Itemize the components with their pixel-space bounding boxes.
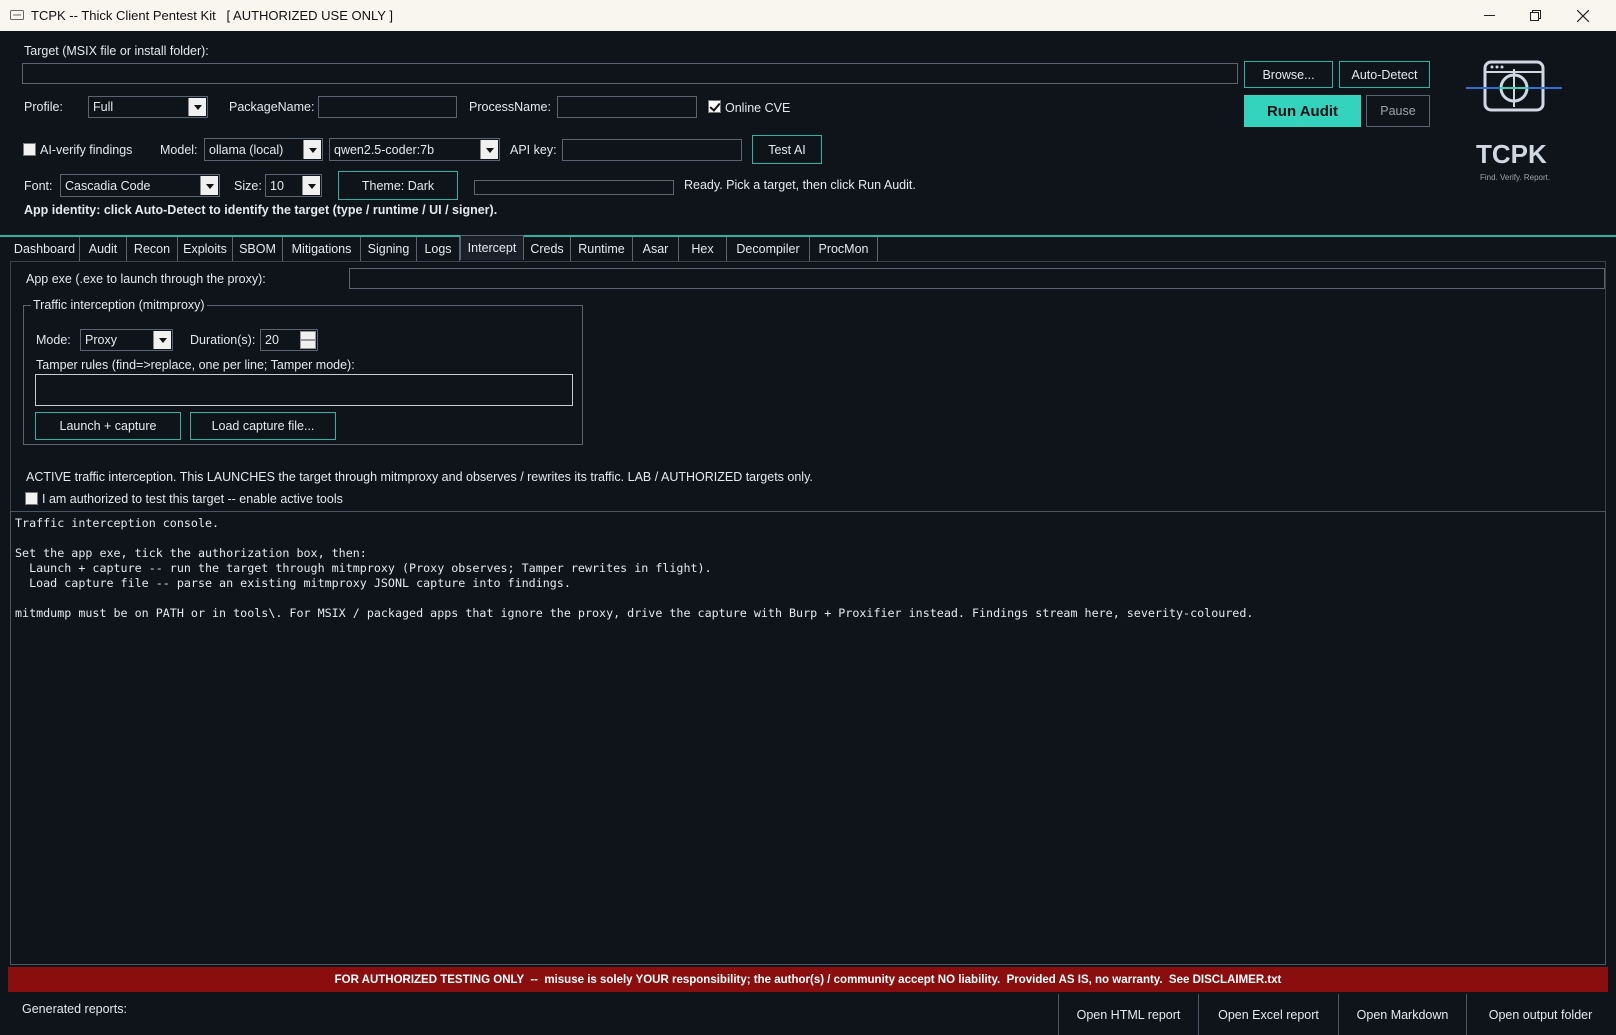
tab-hex[interactable]: Hex xyxy=(679,237,727,261)
restore-button[interactable] xyxy=(1512,0,1558,31)
tamper-rules-input[interactable] xyxy=(35,374,573,406)
chevron-down-icon xyxy=(200,176,218,195)
close-icon xyxy=(1577,9,1589,22)
tab-recon[interactable]: Recon xyxy=(127,237,178,261)
model-select[interactable]: qwen2.5-coder:7b xyxy=(329,138,500,161)
tcpk-logo: TCPK Find. Verify. Report. xyxy=(1464,57,1564,187)
mode-select[interactable]: Proxy xyxy=(80,329,173,351)
model-label: Model: xyxy=(160,143,198,157)
spin-down-icon[interactable] xyxy=(300,340,316,349)
logo-name: TCPK xyxy=(1476,139,1547,169)
authorized-label: I am authorized to test this target -- e… xyxy=(42,492,343,506)
tab-sbom[interactable]: SBOM xyxy=(233,237,283,261)
chevron-down-icon xyxy=(302,176,320,195)
font-label: Font: xyxy=(24,179,53,193)
theme-button[interactable]: Theme: Dark xyxy=(338,171,458,200)
console-line: Launch + capture -- run the target throu… xyxy=(15,561,712,575)
app-icon xyxy=(10,10,24,20)
console-line: Set the app exe, tick the authorization … xyxy=(15,546,367,560)
api-key-input[interactable] xyxy=(562,139,742,161)
ai-verify-checkbox[interactable] xyxy=(23,143,36,156)
tab-creds[interactable]: Creds xyxy=(524,237,571,261)
target-label: Target (MSIX file or install folder): xyxy=(24,44,209,58)
online-cve-label: Online CVE xyxy=(725,101,791,115)
provider-select[interactable]: ollama (local) xyxy=(204,138,323,161)
ai-verify-label: AI-verify findings xyxy=(40,143,133,157)
target-input[interactable] xyxy=(22,63,1238,84)
footer: Generated reports: Open HTML report Open… xyxy=(0,992,1616,1035)
duration-value: 20 xyxy=(265,333,279,347)
status-text: Ready. Pick a target, then click Run Aud… xyxy=(684,178,916,192)
tab-bar: Dashboard Audit Recon Exploits SBOM Miti… xyxy=(10,235,1606,261)
launch-capture-button[interactable]: Launch + capture xyxy=(35,412,181,440)
tab-intercept[interactable]: Intercept xyxy=(460,235,524,260)
profile-select[interactable]: Full xyxy=(88,96,208,118)
font-select[interactable]: Cascadia Code xyxy=(60,174,220,197)
online-cve-checkbox[interactable] xyxy=(708,100,721,113)
pause-button[interactable]: Pause xyxy=(1366,95,1430,127)
size-select[interactable]: 10 xyxy=(265,174,322,197)
auto-detect-button[interactable]: Auto-Detect xyxy=(1339,61,1430,88)
package-name-input[interactable] xyxy=(318,96,457,118)
tab-mitigations[interactable]: Mitigations xyxy=(283,237,361,261)
interception-console[interactable]: Traffic interception console. Set the ap… xyxy=(10,511,1606,965)
mode-label: Mode: xyxy=(36,333,71,347)
spin-up-icon[interactable] xyxy=(300,331,316,340)
chevron-down-icon xyxy=(153,331,171,349)
tamper-rules-label: Tamper rules (find=>replace, one per lin… xyxy=(36,358,355,372)
tab-runtime[interactable]: Runtime xyxy=(571,237,633,261)
chevron-down-icon xyxy=(188,98,206,116)
chevron-down-icon xyxy=(303,140,321,159)
process-name-input[interactable] xyxy=(557,96,697,118)
browse-button[interactable]: Browse... xyxy=(1244,61,1333,88)
tab-asar[interactable]: Asar xyxy=(633,237,679,261)
console-line: mitmdump must be on PATH or in tools\. F… xyxy=(15,606,1254,620)
package-name-label: PackageName: xyxy=(229,100,315,114)
open-html-report-button[interactable]: Open HTML report xyxy=(1058,994,1198,1035)
tab-audit[interactable]: Audit xyxy=(80,237,127,261)
test-ai-button[interactable]: Test AI xyxy=(752,135,822,164)
generated-reports-label: Generated reports: xyxy=(22,1002,127,1016)
minimize-button[interactable] xyxy=(1466,0,1512,31)
top-controls: Target (MSIX file or install folder): Br… xyxy=(0,31,1616,235)
tab-decompiler[interactable]: Decompiler xyxy=(727,237,810,261)
tab-dashboard[interactable]: Dashboard xyxy=(10,237,80,261)
api-key-label: API key: xyxy=(510,143,557,157)
progress-bar xyxy=(474,180,674,195)
duration-spinner[interactable]: 20 xyxy=(260,329,318,351)
tab-exploits[interactable]: Exploits xyxy=(178,237,233,261)
close-button[interactable] xyxy=(1560,0,1606,31)
profile-label: Profile: xyxy=(24,100,63,114)
intercept-panel: App exe (.exe to launch through the prox… xyxy=(10,261,1606,511)
tab-logs[interactable]: Logs xyxy=(417,237,460,261)
crosshair-logo-icon xyxy=(1466,60,1562,112)
console-line: Load capture file -- parse an existing m… xyxy=(15,576,571,590)
app-exe-input[interactable] xyxy=(349,268,1605,289)
run-audit-button[interactable]: Run Audit xyxy=(1244,95,1361,127)
group-title: Traffic interception (mitmproxy) xyxy=(31,298,207,312)
traffic-interception-group: Traffic interception (mitmproxy) Mode: P… xyxy=(23,298,583,445)
authorized-checkbox[interactable] xyxy=(25,492,38,505)
console-line: Traffic interception console. xyxy=(15,516,220,530)
chevron-down-icon xyxy=(480,140,498,159)
tab-procmon[interactable]: ProcMon xyxy=(810,237,878,261)
active-interception-warning: ACTIVE traffic interception. This LAUNCH… xyxy=(26,470,813,484)
app-exe-label: App exe (.exe to launch through the prox… xyxy=(26,272,266,286)
disclaimer-banner: FOR AUTHORIZED TESTING ONLY -- misuse is… xyxy=(8,967,1608,992)
minimize-icon xyxy=(1483,15,1495,16)
open-output-folder-button[interactable]: Open output folder xyxy=(1466,994,1614,1035)
tab-signing[interactable]: Signing xyxy=(361,237,417,261)
restore-icon xyxy=(1529,10,1541,21)
duration-label: Duration(s): xyxy=(190,333,256,347)
open-markdown-button[interactable]: Open Markdown xyxy=(1338,994,1466,1035)
load-capture-file-button[interactable]: Load capture file... xyxy=(190,412,336,440)
size-label: Size: xyxy=(234,179,262,193)
process-name-label: ProcessName: xyxy=(469,100,551,114)
logo-tagline: Find. Verify. Report. xyxy=(1480,173,1551,182)
window-title: TCPK -- Thick Client Pentest Kit [ AUTHO… xyxy=(31,8,393,23)
app-identity-text: App identity: click Auto-Detect to ident… xyxy=(24,203,498,217)
open-excel-report-button[interactable]: Open Excel report xyxy=(1198,994,1338,1035)
title-bar: TCPK -- Thick Client Pentest Kit [ AUTHO… xyxy=(0,0,1616,31)
